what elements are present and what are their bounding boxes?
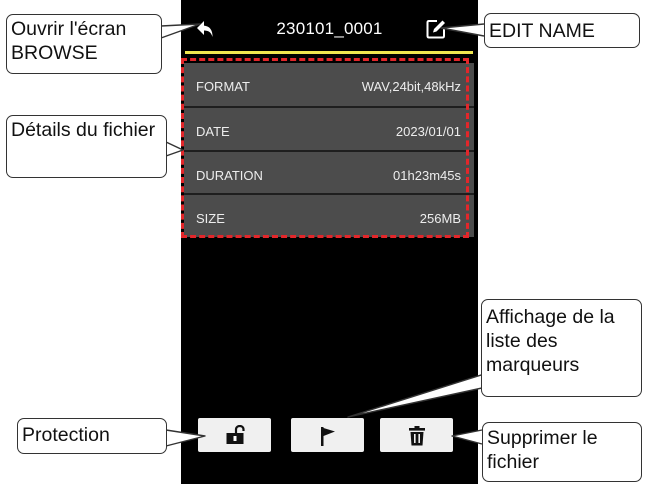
unlock-icon <box>226 425 245 444</box>
callout-browse: Ouvrir l'écran BROWSE <box>6 14 162 74</box>
detail-key: DATE <box>196 124 230 139</box>
callout-protection: Protection <box>17 418 167 454</box>
callout-edit-name: EDIT NAME <box>484 13 640 48</box>
trash-icon <box>409 426 425 446</box>
protect-button[interactable] <box>198 418 271 452</box>
detail-row-size: SIZE 256MB <box>184 195 474 237</box>
file-details-panel: FORMAT WAV,24bit,48kHz DATE 2023/01/01 D… <box>184 63 474 237</box>
detail-value: 01h23m45s <box>393 168 461 183</box>
detail-row-format: FORMAT WAV,24bit,48kHz <box>184 63 474 105</box>
detail-key: FORMAT <box>196 79 250 94</box>
header-divider <box>185 51 473 54</box>
detail-row-date: DATE 2023/01/01 <box>184 108 474 150</box>
callout-delete: Supprimer le fichier <box>482 422 642 482</box>
detail-row-duration: DURATION 01h23m45s <box>184 152 474 194</box>
detail-key: DURATION <box>196 168 263 183</box>
edit-icon[interactable] <box>425 18 447 40</box>
detail-key: SIZE <box>196 211 225 226</box>
delete-button[interactable] <box>380 418 453 452</box>
marker-list-button[interactable] <box>291 418 364 452</box>
detail-value: 256MB <box>419 211 461 226</box>
flag-icon <box>321 427 335 446</box>
device-screen: 230101_0001 FORMAT WAV,24bit,48kHz DATE … <box>181 0 478 484</box>
header: 230101_0001 <box>181 0 478 50</box>
callout-details: Détails du fichier <box>6 115 167 178</box>
callout-markers: Affichage de la liste des marqueurs <box>481 299 642 397</box>
detail-value: 2023/01/01 <box>395 124 461 139</box>
detail-value: WAV,24bit,48kHz <box>361 79 461 94</box>
